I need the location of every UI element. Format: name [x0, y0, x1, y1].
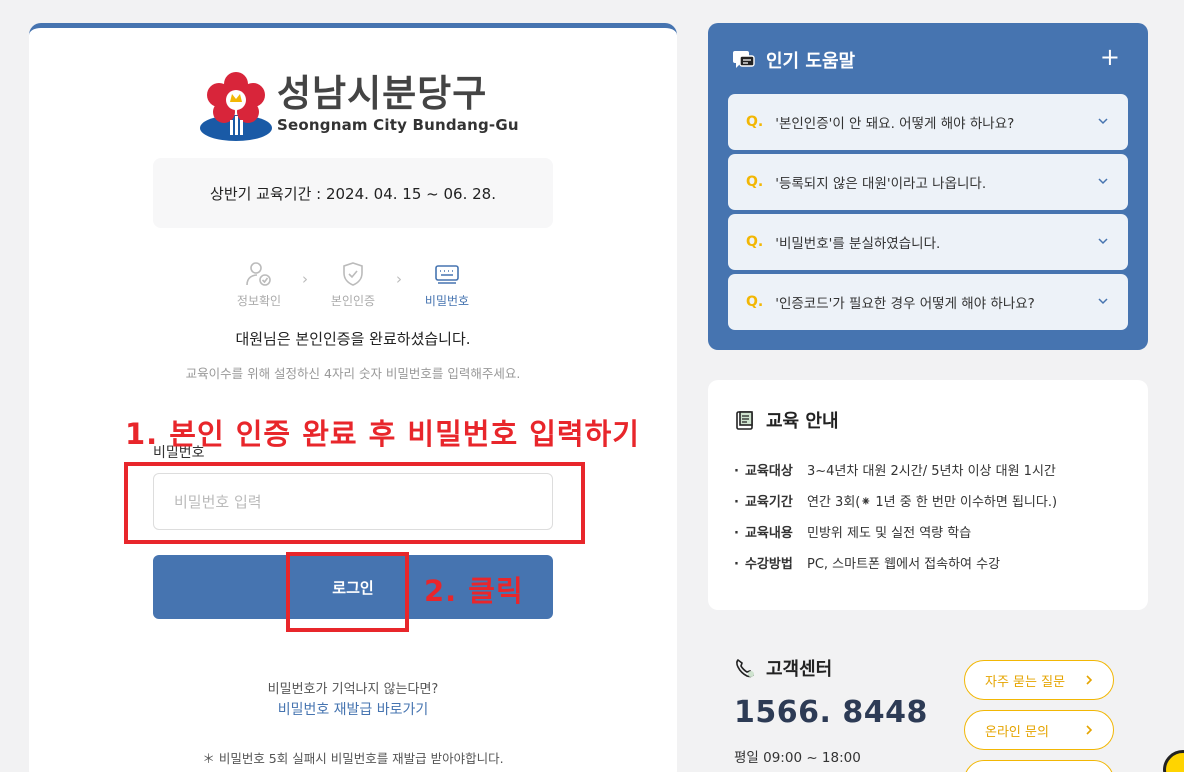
- customer-center-panel: 고객센터 1566. 8448 평일 09:00 ~ 18:00 자주 묻는 질…: [708, 625, 1148, 772]
- logo: 성남시분당구 Seongnam City Bundang-Gu: [199, 68, 519, 143]
- city-emblem-icon: [200, 72, 272, 141]
- login-card: 성남시분당구 Seongnam City Bundang-Gu 상반기 교육기간…: [29, 23, 677, 772]
- book-icon: [736, 411, 753, 430]
- popular-help-panel: 인기 도움말 + Q. '본인인증'이 안 돼요. 어떻게 해야 하나요? Q.…: [708, 23, 1148, 350]
- keyboard-icon: [435, 265, 459, 284]
- password-failure-warning: ＊ 비밀번호 5회 실패시 비밀번호를 재발급 받아야합니다.: [202, 751, 504, 766]
- step-info-check: 정보확인: [219, 260, 299, 309]
- help-title: 인기 도움말: [766, 51, 856, 72]
- faq-button[interactable]: 자주 묻는 질문: [964, 660, 1114, 700]
- cs-phone-number: 1566. 8448: [734, 695, 928, 730]
- user-check-icon: [246, 262, 271, 286]
- chevron-down-icon: [1098, 118, 1108, 125]
- faq-question: '본인인증'이 안 돼요. 어떻게 해야 하나요?: [775, 116, 1015, 132]
- cs-title: 고객센터: [766, 659, 833, 680]
- q-mark: Q.: [746, 114, 764, 130]
- logo-english: Seongnam City Bundang-Gu: [277, 116, 519, 134]
- edu-row-method: 수강방법 PC, 스마트폰 웹에서 접속하여 수강: [734, 553, 1000, 572]
- logo-korean: 성남시분당구: [277, 72, 488, 115]
- verification-complete-message: 대원님은 본인인증을 완료하셨습니다.: [235, 330, 471, 348]
- forgot-password-question: 비밀번호가 기억나지 않는다면?: [267, 682, 439, 697]
- online-inquiry-button[interactable]: 온라인 문의: [964, 710, 1114, 750]
- step-label: 본인인증: [330, 294, 376, 308]
- chevron-right-icon: ›: [302, 270, 308, 288]
- annotation-step2: 2. 클릭: [424, 574, 524, 608]
- faq-item[interactable]: Q. '등록되지 않은 대원'이라고 나옵니다.: [728, 154, 1128, 210]
- education-info-panel: 교육 안내 교육대상 3~4년차 대원 2시간/ 5년차 이상 대원 1시간 교…: [708, 380, 1148, 610]
- edu-title: 교육 안내: [766, 411, 839, 432]
- chevron-right-icon: [1086, 725, 1093, 735]
- phone-icon: [736, 658, 755, 678]
- chevron-down-icon: [1098, 298, 1108, 305]
- cs-extra-button[interactable]: [964, 760, 1114, 772]
- annotation-step1: 1. 본인 인증 완료 후 비밀번호 입력하기: [125, 417, 640, 451]
- password-hint: 교육이수를 위해 설정하신 4자리 숫자 비밀번호를 입력해주세요.: [185, 366, 521, 381]
- chevron-down-icon: [1098, 238, 1108, 245]
- faq-question: '등록되지 않은 대원'이라고 나옵니다.: [775, 176, 987, 192]
- chat-bubble-icon: [733, 51, 755, 68]
- faq-item[interactable]: Q. '본인인증'이 안 돼요. 어떻게 해야 하나요?: [728, 94, 1128, 150]
- education-period: 상반기 교육기간 : 2024. 04. 15 ~ 06. 28.: [153, 158, 553, 228]
- edu-row-period: 교육기간 연간 3회(⁕ 1년 중 한 번만 이수하면 됩니다.): [734, 491, 1057, 510]
- chevron-down-icon: [1098, 178, 1108, 185]
- edu-row-target: 교육대상 3~4년차 대원 2시간/ 5년차 이상 대원 1시간: [734, 460, 1056, 479]
- step-label: 정보확인: [236, 294, 282, 308]
- password-reissue-link[interactable]: 비밀번호 재발급 바로가기: [29, 699, 677, 719]
- faq-item[interactable]: Q. '인증코드'가 필요한 경우 어떻게 해야 하나요?: [728, 274, 1128, 330]
- faq-question: '인증코드'가 필요한 경우 어떻게 해야 하나요?: [775, 296, 1035, 312]
- chatbot-launcher[interactable]: [1163, 750, 1184, 772]
- annotation-highlight-login: [286, 552, 409, 632]
- edu-row-content: 교육내용 민방위 제도 및 실전 역량 학습: [734, 522, 971, 541]
- cs-hours: 평일 09:00 ~ 18:00: [734, 750, 861, 766]
- progress-steps: 정보확인 › 본인인증 › 비밀번호: [219, 260, 489, 310]
- q-mark: Q.: [746, 174, 764, 190]
- step-label: 비밀번호: [424, 294, 470, 308]
- chevron-right-icon: [1086, 675, 1093, 685]
- q-mark: Q.: [746, 294, 764, 310]
- step-password: 비밀번호: [407, 260, 487, 309]
- faq-question: '비밀번호'를 분실하였습니다.: [775, 236, 941, 252]
- q-mark: Q.: [746, 234, 764, 250]
- step-identity-verification: 본인인증: [313, 260, 393, 309]
- plus-icon[interactable]: +: [1100, 45, 1120, 69]
- annotation-highlight-password: [124, 462, 585, 544]
- faq-item[interactable]: Q. '비밀번호'를 분실하였습니다.: [728, 214, 1128, 270]
- chevron-right-icon: ›: [396, 270, 402, 288]
- shield-check-icon: [343, 262, 363, 286]
